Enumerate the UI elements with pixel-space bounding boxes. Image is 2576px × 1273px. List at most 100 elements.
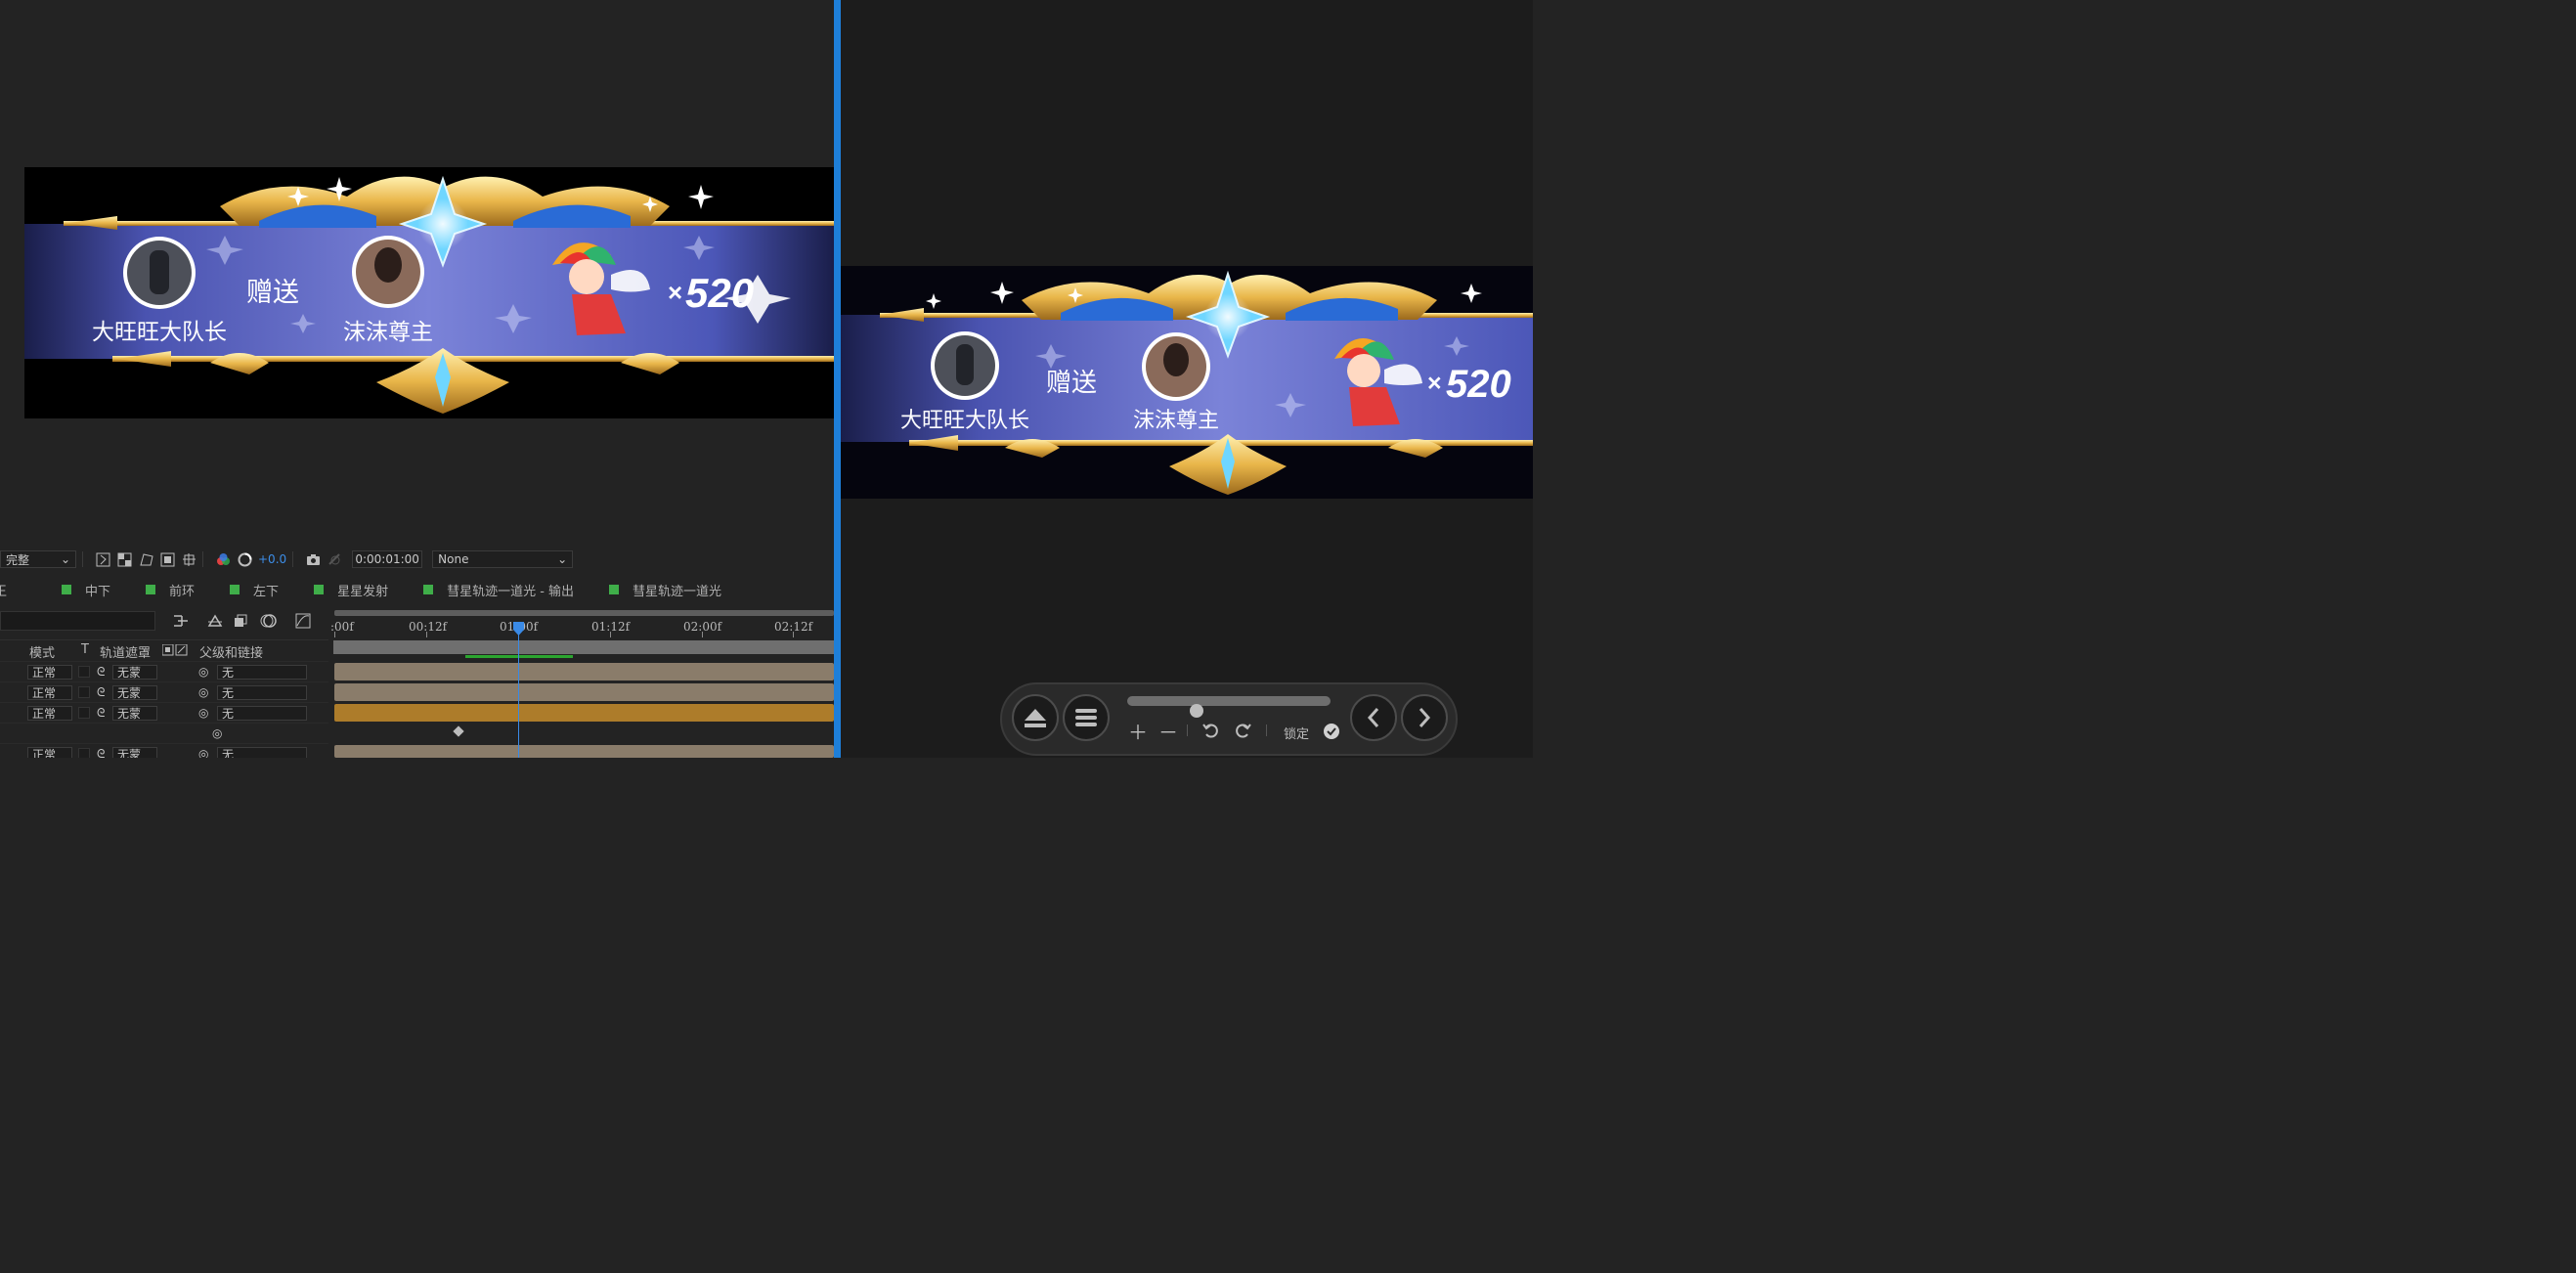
exposure-value[interactable]: +0.0 [258, 552, 286, 566]
ruler-tick [610, 632, 611, 637]
track-matte-dropdown[interactable]: 无蒙 [112, 685, 157, 700]
show-snapshot-icon[interactable] [327, 551, 342, 567]
label-color-swatch [609, 585, 620, 594]
mode-dropdown[interactable]: 正常 [27, 665, 72, 680]
spiral-icon[interactable]: ᘓ [97, 706, 105, 721]
mask-visibility-icon[interactable] [138, 551, 153, 567]
layer-row[interactable]: 正常 ᘓ 无蒙 ◎ 无 [0, 681, 328, 702]
timeline-column-header: 模式 T 轨道遮罩 父级和链接 [0, 639, 328, 661]
app-window: 大旺旺大队长 赠送 沫沫尊主 × 520 完整 ⌄ +0.0 0:00:01:0… [0, 0, 1533, 758]
menu-button[interactable] [1063, 694, 1110, 741]
pickwhip-icon[interactable]: ◎ [212, 726, 222, 740]
column-parent: 父级和链接 [199, 646, 264, 661]
redo-icon [1236, 724, 1251, 738]
tab-item[interactable]: 左下 [230, 581, 279, 599]
label-color-swatch [314, 585, 325, 594]
pickwhip-icon[interactable]: ◎ [198, 706, 208, 720]
playhead-icon[interactable] [512, 622, 525, 636]
eject-button[interactable] [1012, 694, 1059, 741]
tab-item[interactable]: 前环 [146, 581, 195, 599]
layer-duration-bar[interactable] [334, 683, 834, 701]
renderer-value: None [438, 552, 469, 566]
work-area-bar[interactable] [334, 610, 834, 616]
resolution-dropdown[interactable]: 完整 ⌄ [0, 550, 76, 568]
parent-dropdown[interactable]: 无 [217, 747, 307, 758]
next-button[interactable] [1401, 694, 1448, 741]
tab-label: 星星发射 [337, 584, 389, 599]
tab-item[interactable]: 彗星轨迹一道光 [609, 581, 721, 599]
tab-item[interactable]: 中下 [62, 581, 110, 599]
lock-toggle[interactable] [1324, 724, 1339, 739]
redo-button[interactable] [1232, 720, 1253, 741]
parent-dropdown[interactable]: 无 [217, 685, 307, 700]
layer-row[interactable]: 正常 ᘓ 无蒙 ◎ 无 [0, 702, 328, 723]
keyframe-marker[interactable] [453, 725, 464, 737]
preserve-transparency-box[interactable] [78, 666, 90, 678]
composition-viewer[interactable]: 大旺旺大队长 赠送 沫沫尊主 × 520 [24, 167, 834, 418]
mode-dropdown[interactable]: 正常 [27, 685, 72, 700]
zoom-out-button[interactable]: － [1157, 720, 1179, 744]
parent-dropdown[interactable]: 无 [217, 665, 307, 680]
tab-label: 前环 [169, 584, 196, 599]
transparency-grid-icon[interactable] [116, 551, 132, 567]
tab-item[interactable]: 彗星轨迹一道光 - 输出 [423, 581, 574, 599]
pane-divider[interactable] [834, 0, 841, 758]
track-matte-dropdown[interactable]: 无蒙 [112, 747, 157, 758]
slider-knob[interactable] [1189, 704, 1203, 718]
spiral-icon[interactable]: ᘓ [97, 685, 105, 700]
preview-viewer[interactable]: 大旺旺大队长 赠送 沫沫尊主 × 520 [841, 266, 1533, 499]
pickwhip-icon[interactable]: ◎ [198, 685, 208, 699]
tab-item[interactable]: 星星发射 [314, 581, 388, 599]
cache-indicator [465, 655, 573, 658]
camera-snapshot-icon[interactable] [305, 551, 321, 567]
region-of-interest-icon[interactable] [159, 551, 175, 567]
preserve-transparency-box[interactable] [78, 707, 90, 719]
track-matte-dropdown[interactable]: 无蒙 [112, 665, 157, 680]
gift-banner-preview-art: 大旺旺大队长 赠送 沫沫尊主 × 520 [841, 270, 1533, 495]
comp-duration-bar[interactable] [333, 640, 834, 654]
sender-name: 大旺旺大队长 [92, 319, 227, 344]
pickwhip-icon[interactable]: ◎ [198, 665, 208, 679]
mode-dropdown[interactable]: 正常 [27, 706, 72, 721]
tab-item[interactable]: 王 [0, 581, 7, 599]
frame-blending-icon[interactable] [233, 612, 250, 630]
motion-blur-icon[interactable] [260, 612, 278, 630]
spiral-icon[interactable]: ᘓ [97, 747, 105, 758]
label-color-swatch [230, 585, 240, 594]
layer-search-input[interactable] [0, 611, 155, 631]
graph-editor-icon[interactable] [294, 612, 312, 630]
parent-value: 无 [222, 666, 235, 680]
grid-guides-icon[interactable] [181, 551, 196, 567]
mode-dropdown[interactable]: 正常 [27, 747, 72, 758]
color-management-icon[interactable] [237, 551, 252, 567]
preserve-transparency-box[interactable] [78, 686, 90, 698]
layer-row[interactable]: 正常 ᘓ 无蒙 ◎ 无 [0, 661, 328, 681]
opacity-slider[interactable] [1127, 696, 1331, 718]
layer-row[interactable]: 正常 ᘓ 无蒙 ◎ 无 [0, 743, 328, 758]
layer-duration-bar[interactable] [334, 663, 834, 680]
pickwhip-icon[interactable]: ◎ [198, 747, 208, 758]
divider [1187, 724, 1188, 736]
mode-value: 正常 [32, 707, 57, 721]
time-ruler[interactable]: :00f 00:12f 01:00f 01:12f 02:00f 02:12f [330, 608, 834, 637]
channel-icon[interactable] [215, 551, 231, 567]
layer-duration-bar[interactable] [334, 704, 834, 722]
current-time-indicator[interactable] [518, 622, 519, 758]
layer-property-row[interactable]: ◎ [0, 723, 328, 743]
spiral-icon[interactable]: ᘓ [97, 665, 105, 680]
undo-button[interactable] [1201, 720, 1222, 741]
parent-dropdown[interactable]: 无 [217, 706, 307, 721]
renderer-dropdown[interactable]: None ⌄ [432, 550, 574, 568]
comp-flowchart-icon[interactable] [172, 612, 190, 630]
layer-duration-bar[interactable] [334, 745, 834, 758]
preserve-transparency-box[interactable] [78, 748, 90, 758]
previous-button[interactable] [1350, 694, 1397, 741]
draft-3d-icon[interactable] [206, 612, 224, 630]
zoom-in-button[interactable]: ＋ [1127, 720, 1149, 744]
fast-preview-icon[interactable] [95, 551, 110, 567]
track-matte-dropdown[interactable]: 无蒙 [112, 706, 157, 721]
tab-label: 左下 [253, 584, 280, 599]
preview-panel: 大旺旺大队长 赠送 沫沫尊主 × 520 ＋ － 锁定 [841, 0, 1533, 758]
label-color-swatch [423, 585, 434, 594]
timecode-field[interactable]: 0:00:01:00 [352, 550, 423, 568]
